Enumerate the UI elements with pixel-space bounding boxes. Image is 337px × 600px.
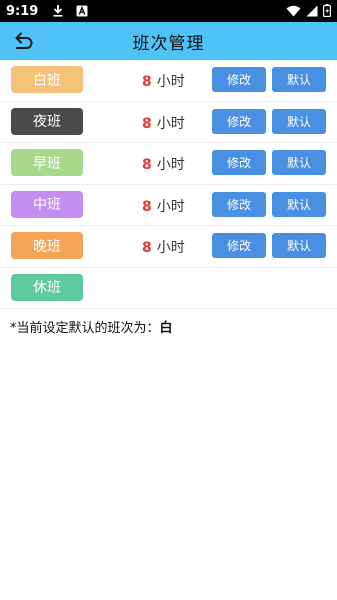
battery-icon — [323, 2, 332, 21]
shift-chip[interactable]: 早班 — [11, 149, 83, 176]
shift-hours-unit: 小时 — [156, 115, 185, 132]
edit-button[interactable]: 修改 — [212, 233, 266, 258]
app-bar: 班次管理 — [0, 22, 337, 60]
shift-row: 休班 — [0, 268, 337, 309]
signal-icon — [306, 2, 318, 21]
shift-hours: 8 小时 — [142, 237, 185, 257]
shift-hours-value: 8 — [142, 115, 152, 132]
edit-button[interactable]: 修改 — [212, 108, 266, 134]
shift-hours: 8 小时 — [142, 113, 185, 133]
shift-hours-unit: 小时 — [156, 240, 185, 256]
status-time: 9:19 — [6, 3, 39, 19]
set-default-button[interactable]: 默认 — [272, 233, 326, 258]
default-shift-label: *当前设定默认的班次为： — [10, 321, 160, 336]
shift-hours-value: 8 — [142, 157, 152, 173]
shift-chip[interactable]: 白班 — [11, 66, 83, 93]
edit-button[interactable]: 修改 — [212, 67, 266, 92]
shift-chip[interactable]: 夜班 — [11, 107, 83, 135]
shift-hours-unit: 小时 — [156, 157, 185, 173]
shift-hours-value: 8 — [142, 198, 152, 215]
set-default-button[interactable]: 默认 — [272, 108, 326, 134]
status-bar: 9:19 — [0, 0, 337, 22]
edit-button[interactable]: 修改 — [212, 191, 266, 217]
shift-chip[interactable]: 休班 — [11, 273, 83, 301]
shift-chip[interactable]: 晚班 — [11, 232, 83, 259]
page-title: 班次管理 — [132, 33, 205, 54]
shift-row: 晚班 8 小时 修改 默认 — [0, 226, 337, 268]
shift-hours-unit: 小时 — [156, 198, 185, 215]
set-default-button[interactable]: 默认 — [272, 67, 326, 92]
shift-chip[interactable]: 中班 — [11, 190, 83, 218]
shift-list: 白班 8 小时 修改 默认 夜班 8 小时 修改 默认 早班 8 小时 修改 默认 中… — [0, 60, 337, 309]
shift-hours: 8 小时 — [142, 71, 185, 91]
shift-row: 夜班 8 小时 修改 默认 — [0, 102, 337, 143]
default-shift-note: *当前设定默认的班次为：白 — [10, 317, 173, 336]
shift-hours-value: 8 — [142, 74, 152, 90]
shift-hours: 8 小时 — [142, 154, 185, 174]
shift-hours: 8 小时 — [142, 196, 185, 216]
shift-hours-unit: 小时 — [156, 74, 185, 90]
app-notification-icon — [76, 2, 88, 21]
shift-row: 白班 8 小时 修改 默认 — [0, 60, 337, 102]
edit-button[interactable]: 修改 — [212, 150, 266, 175]
shift-row: 中班 8 小时 修改 默认 — [0, 185, 337, 226]
wifi-icon — [286, 2, 301, 21]
download-icon — [52, 2, 64, 21]
default-shift-value: 白 — [159, 321, 173, 336]
shift-row: 早班 8 小时 修改 默认 — [0, 143, 337, 185]
set-default-button[interactable]: 默认 — [272, 191, 326, 217]
shift-hours-value: 8 — [142, 240, 152, 256]
back-arrow-icon[interactable] — [10, 30, 36, 52]
set-default-button[interactable]: 默认 — [272, 150, 326, 175]
